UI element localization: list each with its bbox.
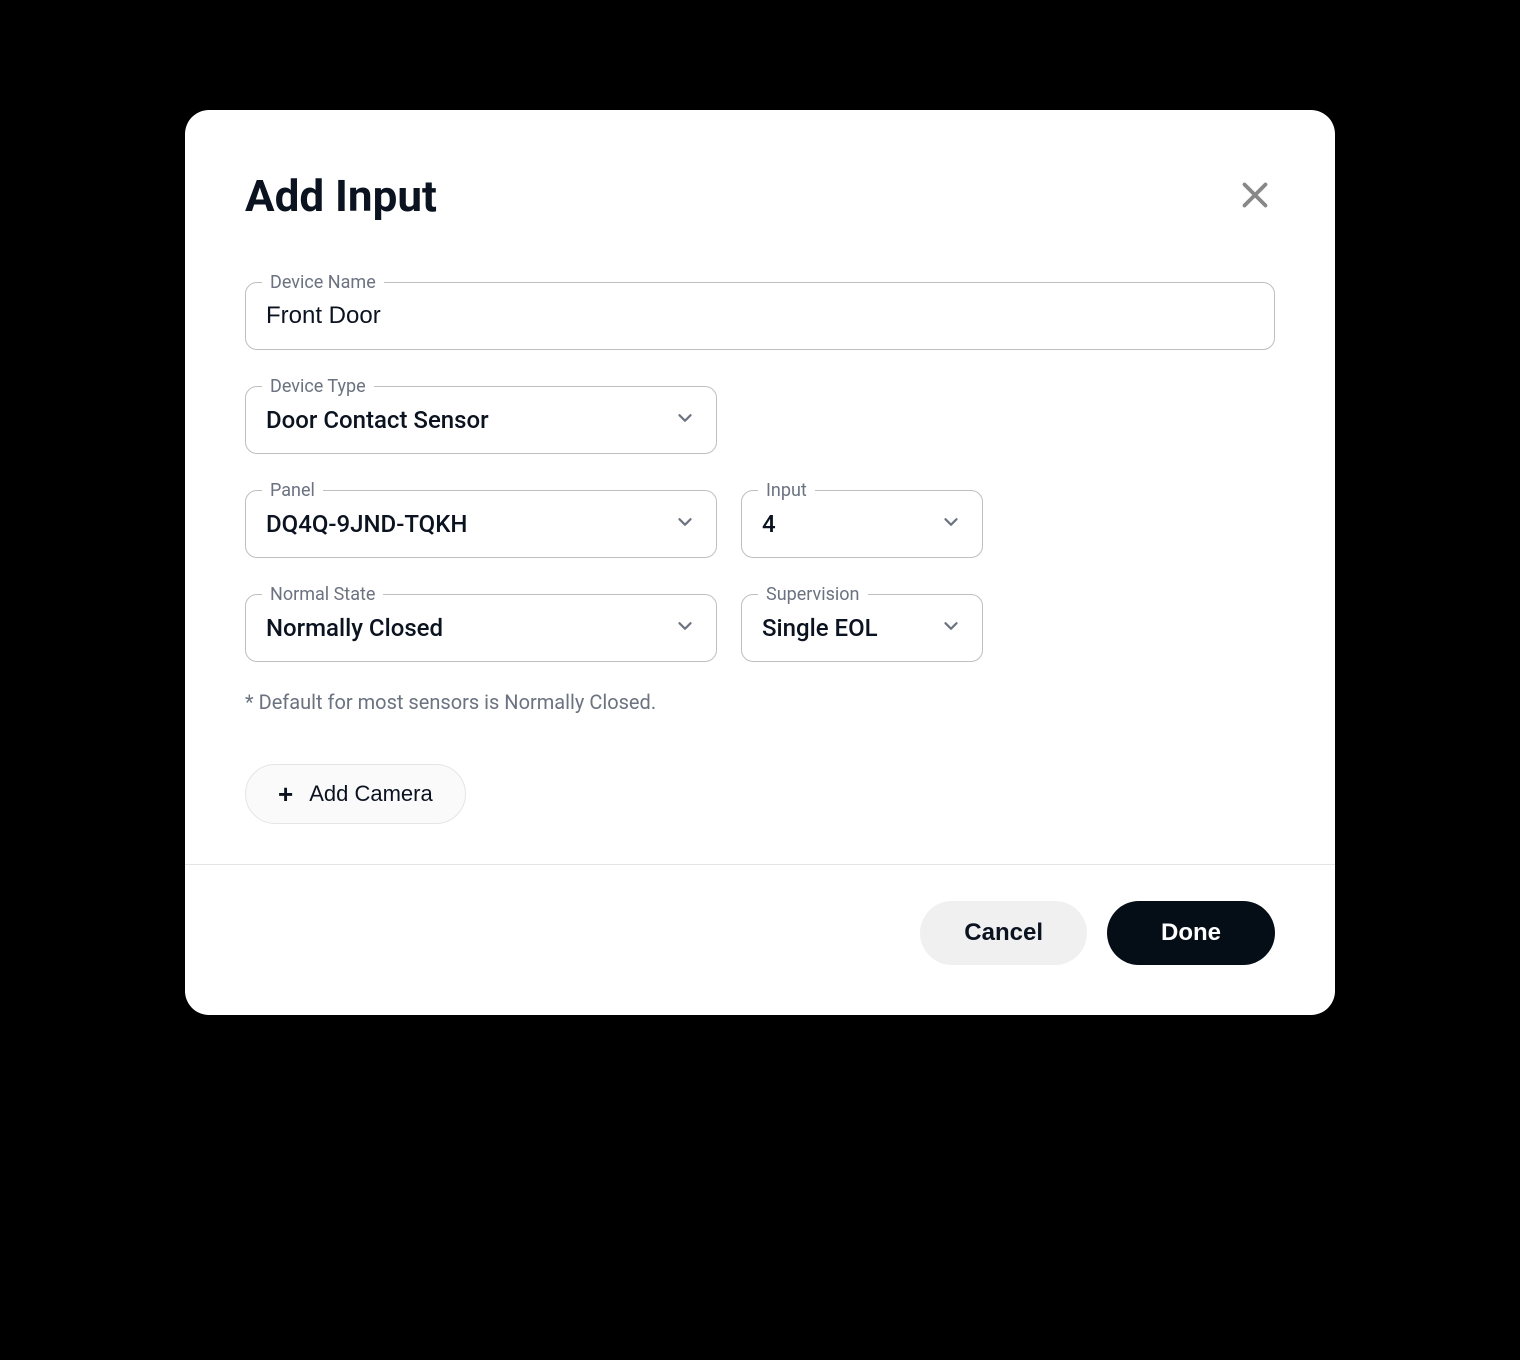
chevron-down-icon: [674, 615, 696, 641]
normal-state-value: Normally Closed: [266, 614, 666, 642]
add-input-modal: Add Input Device Name: [185, 110, 1335, 1015]
chevron-down-icon: [674, 511, 696, 537]
chevron-down-icon: [674, 407, 696, 433]
supervision-label: Supervision: [758, 584, 868, 605]
supervision-field[interactable]: Supervision Single EOL: [741, 594, 983, 662]
add-camera-label: Add Camera: [309, 781, 433, 807]
normal-state-field[interactable]: Normal State Normally Closed: [245, 594, 717, 662]
modal-title: Add Input: [245, 170, 437, 222]
device-type-label: Device Type: [262, 376, 374, 397]
device-name-label: Device Name: [262, 272, 384, 293]
cancel-button[interactable]: Cancel: [920, 901, 1087, 965]
input-number-value: 4: [762, 510, 932, 538]
device-type-value: Door Contact Sensor: [266, 406, 666, 434]
modal-body: Add Input Device Name: [185, 110, 1335, 864]
done-button[interactable]: Done: [1107, 901, 1275, 965]
supervision-value: Single EOL: [762, 614, 932, 642]
device-name-field[interactable]: Device Name: [245, 282, 1275, 350]
input-number-field[interactable]: Input 4: [741, 490, 983, 558]
modal-footer: Cancel Done: [185, 864, 1335, 1015]
plus-icon: +: [278, 781, 293, 807]
input-number-label: Input: [758, 480, 815, 501]
normal-state-label: Normal State: [262, 584, 383, 605]
panel-label: Panel: [262, 480, 323, 501]
panel-value: DQ4Q-9JND-TQKH: [266, 510, 666, 538]
add-camera-button[interactable]: + Add Camera: [245, 764, 466, 824]
form-row-state-supervision: Normal State Normally Closed Supervision…: [245, 594, 1275, 662]
close-button[interactable]: [1235, 176, 1275, 216]
close-icon: [1237, 177, 1273, 216]
chevron-down-icon: [940, 615, 962, 641]
form-row-device-name: Device Name: [245, 282, 1275, 350]
chevron-down-icon: [940, 511, 962, 537]
helper-text: * Default for most sensors is Normally C…: [245, 690, 1275, 714]
form-row-device-type: Device Type Door Contact Sensor: [245, 386, 1275, 454]
panel-field[interactable]: Panel DQ4Q-9JND-TQKH: [245, 490, 717, 558]
device-name-input[interactable]: [266, 302, 1254, 330]
form-row-panel-input: Panel DQ4Q-9JND-TQKH Input 4: [245, 490, 1275, 558]
device-type-field[interactable]: Device Type Door Contact Sensor: [245, 386, 717, 454]
modal-header: Add Input: [245, 170, 1275, 222]
